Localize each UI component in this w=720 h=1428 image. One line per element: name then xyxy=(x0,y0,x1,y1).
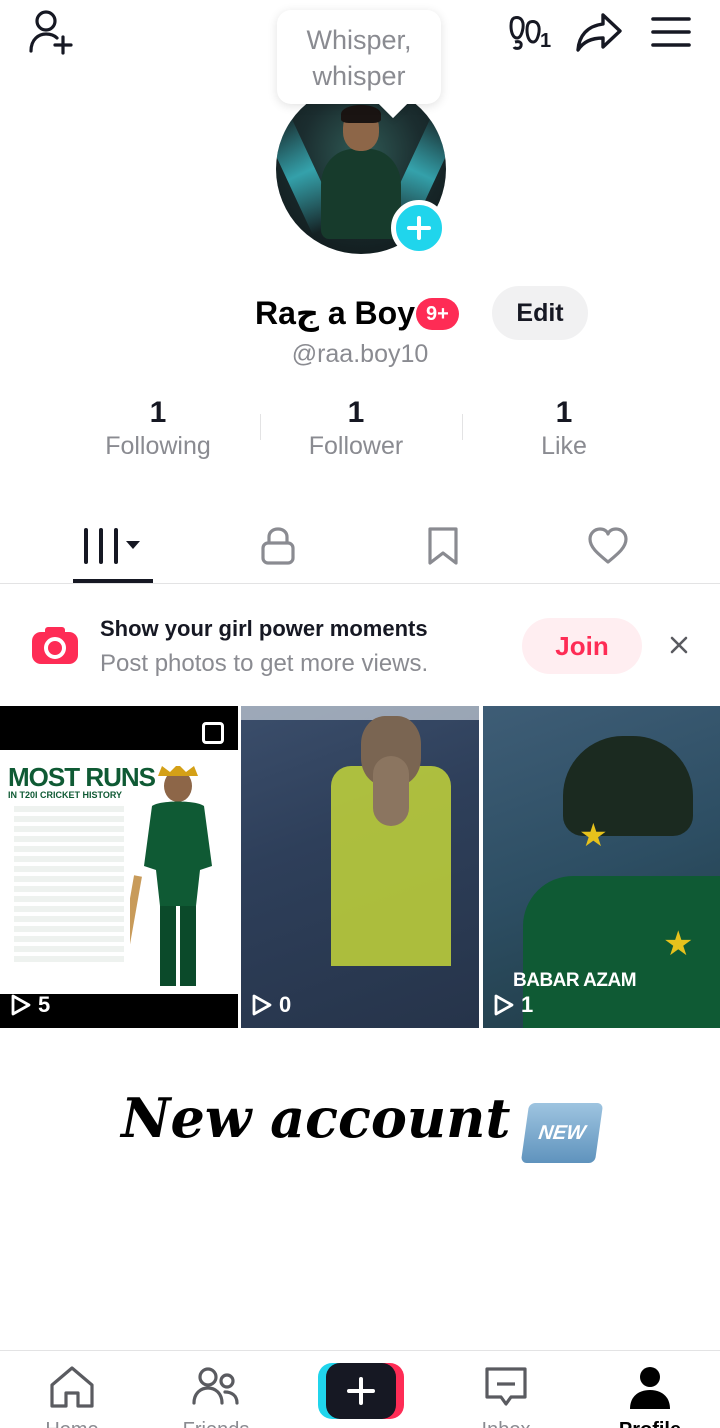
avatar-body xyxy=(321,149,401,239)
nav-profile[interactable]: Profile xyxy=(600,1365,700,1428)
menu-icon[interactable] xyxy=(646,8,696,56)
star-icon: ★ xyxy=(663,925,694,963)
view-count: 0 xyxy=(251,992,291,1018)
nav-label: Inbox xyxy=(456,1419,556,1428)
new-account-banner: New account NEW xyxy=(0,1086,720,1163)
play-icon xyxy=(11,994,31,1016)
profile-stats: 1 Following 1 Follower 1 Like xyxy=(0,396,720,470)
create-button-face xyxy=(326,1363,396,1419)
hands-graphic xyxy=(373,756,409,826)
nav-label: Friends xyxy=(166,1419,266,1428)
play-icon xyxy=(494,994,514,1016)
tab-private[interactable] xyxy=(238,508,318,584)
footprint-count: 1 xyxy=(540,30,552,52)
create-button[interactable] xyxy=(318,1363,404,1419)
view-count: 5 xyxy=(10,992,50,1018)
add-friend-icon[interactable] xyxy=(24,8,78,56)
share-icon[interactable] xyxy=(572,8,626,56)
video-grid: MOST RUNS IN T20I CRICKET HISTORY 5 0 ★ … xyxy=(0,706,720,1028)
photo-stack-icon xyxy=(202,722,224,744)
banner-text: New account xyxy=(121,1086,511,1150)
thumbnail-subtitle: IN T20I CRICKET HISTORY xyxy=(8,790,123,800)
view-count-value: 5 xyxy=(38,992,51,1017)
promo-banner: Show your girl power moments Post photos… xyxy=(0,590,720,702)
follower-count: 1 xyxy=(347,396,365,429)
following-count: 1 xyxy=(149,396,167,429)
profile-icon xyxy=(630,1367,670,1409)
join-button[interactable]: Join xyxy=(522,618,642,674)
nav-inbox[interactable]: Inbox xyxy=(456,1365,556,1428)
follower-stat[interactable]: 1 Follower xyxy=(256,396,456,461)
edit-profile-button[interactable]: Edit xyxy=(492,286,588,340)
display-name: Raج a Boy xyxy=(255,295,415,331)
inbox-icon xyxy=(485,1367,527,1406)
username: @raa.boy10 xyxy=(291,340,429,368)
promo-subtitle: Post photos to get more views. xyxy=(100,650,429,677)
tab-liked[interactable] xyxy=(568,508,648,584)
view-count: 1 xyxy=(493,992,533,1018)
cricketer-graphic xyxy=(130,766,212,986)
friends-icon xyxy=(192,1367,239,1405)
close-icon[interactable] xyxy=(664,630,694,660)
stat-divider xyxy=(462,414,463,440)
profile-tabs xyxy=(0,508,720,584)
avatar-person xyxy=(321,105,401,239)
like-label: Like xyxy=(541,432,587,460)
promo-title: Show your girl power moments xyxy=(100,616,428,641)
view-count-value: 0 xyxy=(279,992,292,1017)
like-stat[interactable]: 1 Like xyxy=(464,396,664,461)
follower-label: Follower xyxy=(308,432,404,460)
lock-icon xyxy=(261,527,295,565)
home-icon xyxy=(50,1366,94,1408)
thumbnail-caption: BABAR AZAM xyxy=(513,970,637,991)
avatar-hair xyxy=(341,105,381,123)
nav-label: Profile xyxy=(600,1419,700,1428)
active-tab-indicator xyxy=(73,579,153,583)
notification-badge[interactable]: 9+ xyxy=(416,298,459,330)
tab-videos[interactable] xyxy=(73,508,153,584)
play-icon xyxy=(252,994,272,1016)
bottom-navigation: Home Friends Inbox xyxy=(0,1350,720,1428)
video-thumbnail[interactable]: 0 xyxy=(241,706,479,1028)
video-thumbnail[interactable]: MOST RUNS IN T20I CRICKET HISTORY 5 xyxy=(0,706,238,1028)
plus-icon xyxy=(407,216,431,240)
following-stat[interactable]: 1 Following xyxy=(58,396,258,461)
like-count: 1 xyxy=(555,396,573,429)
bookmark-icon xyxy=(428,527,458,565)
add-story-button[interactable] xyxy=(391,200,447,256)
following-label: Following xyxy=(105,432,211,460)
new-emoji-badge: NEW xyxy=(520,1102,604,1163)
nav-friends[interactable]: Friends xyxy=(166,1365,266,1428)
thumbnail-banner-strip xyxy=(241,706,479,720)
camera-icon xyxy=(30,626,80,666)
video-thumbnail[interactable]: ★ ★ BABAR AZAM 1 xyxy=(483,706,720,1028)
whisper-bubble[interactable]: Whisper, whisper xyxy=(277,10,441,104)
view-count-value: 1 xyxy=(521,992,534,1017)
tab-favorites[interactable] xyxy=(403,508,483,584)
profile-name-row: Raج a Boy 9+ Edit xyxy=(0,286,720,342)
nav-home[interactable]: Home xyxy=(22,1365,122,1428)
nav-label: Home xyxy=(22,1419,122,1428)
videos-grid-icon xyxy=(84,528,140,564)
star-icon: ★ xyxy=(579,817,608,853)
stats-table-graphic xyxy=(14,806,124,966)
heart-icon xyxy=(588,527,628,564)
plus-icon xyxy=(347,1377,375,1405)
